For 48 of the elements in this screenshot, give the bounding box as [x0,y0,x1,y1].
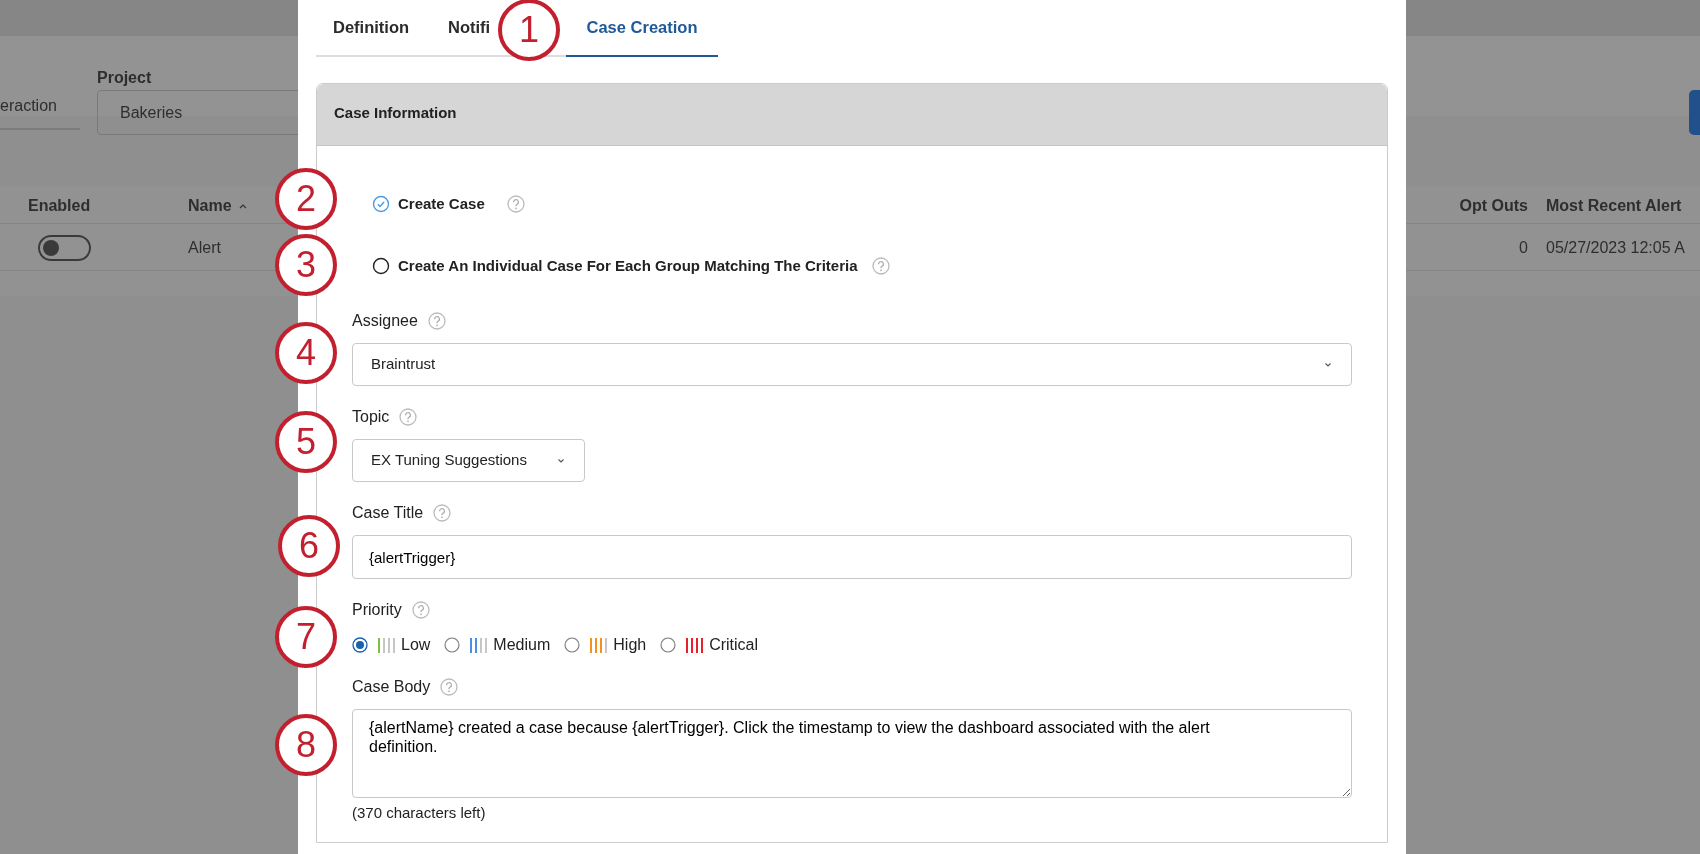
option-label: Medium [493,635,551,655]
column-header[interactable]: Enabled [28,194,91,218]
help-icon [399,408,418,426]
select-field[interactable]: EX Tuning Suggestions [352,439,585,482]
field-label: Assignee [352,311,418,331]
section-header: Case Information [317,84,1387,146]
field-label: Case Title [352,503,424,523]
option-label: Create An Individual Case For Each Group Matching The Criteria [398,255,858,276]
text-area[interactable]: {alertName} created a case because {alertTrigger}. Click the timestamp to view the dashboard associated with the alert definition. [352,709,1352,798]
table-cell-text: Alert [188,238,221,258]
help-icon [427,312,446,330]
step-marker: 6 [278,515,340,577]
field-label: Project [97,68,152,88]
option-label: Low [401,635,431,655]
select-field[interactable]: Braintrust [352,343,1352,386]
field-label: Case Body [352,677,431,697]
character-count: (370 characters left) [352,803,487,823]
toggle-switch[interactable] [38,235,91,261]
input-field[interactable]: {alertTrigger} [352,535,1352,579]
column-header[interactable]: Most Recent Alert [1546,194,1682,218]
option-label: Create Case [398,193,485,214]
radio-button[interactable] [564,637,581,653]
help-icon [871,257,890,275]
radio-button[interactable] [352,637,368,653]
tab[interactable]: Case Creation [566,0,718,57]
checkbox[interactable] [372,257,390,275]
radio-button[interactable] [444,637,461,653]
tab[interactable]: Notifi [448,0,491,57]
help-icon [440,678,459,696]
field-label: Topic [352,407,390,427]
step-marker: 5 [275,411,337,473]
option-label: Critical [709,635,759,655]
option-label: High [613,635,647,655]
help-icon [411,601,430,619]
field-label: Priority [352,600,402,620]
radio-button[interactable] [660,637,677,653]
tab-label[interactable]: eraction [0,94,80,130]
column-header[interactable]: Name [188,194,248,218]
column-header[interactable]: Opt Outs [1459,194,1528,218]
table-cell-text: 0 [1519,238,1528,258]
tab[interactable]: Definition [333,0,448,57]
checkbox[interactable] [372,195,390,213]
step-marker: 7 [275,606,337,668]
step-marker: 4 [275,322,337,384]
help-icon [433,504,452,522]
table-cell-text: 05/27/2023 12:05 A [1546,238,1685,258]
step-marker: 8 [275,714,337,776]
help-icon [506,195,525,213]
